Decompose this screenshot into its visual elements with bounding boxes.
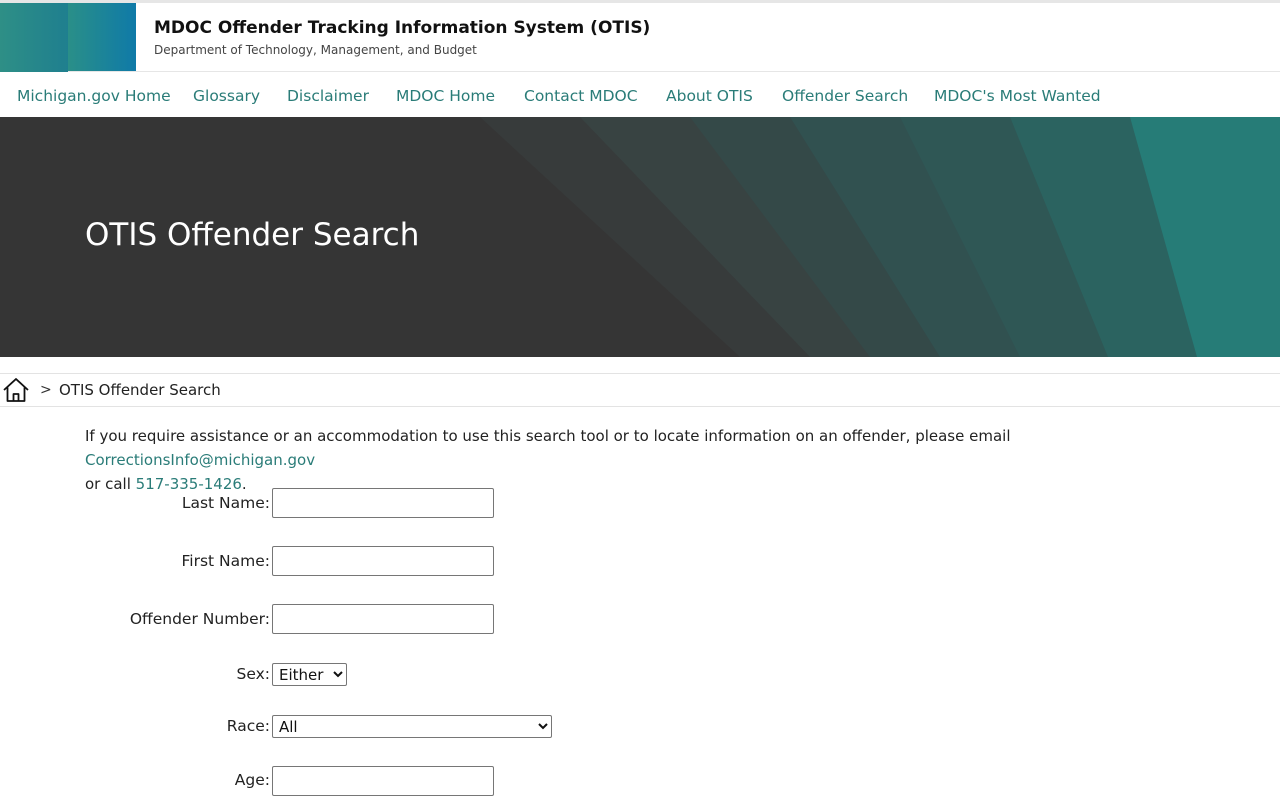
nav-mdoc-home[interactable]: MDOC Home [396, 87, 495, 105]
offender-number-input[interactable] [272, 604, 494, 634]
first-name-label: First Name: [181, 552, 271, 570]
age-input[interactable] [272, 766, 494, 796]
nav-offender-search[interactable]: Offender Search [782, 87, 908, 105]
breadcrumb-current: OTIS Offender Search [59, 381, 221, 399]
michigan-logo-icon[interactable] [0, 3, 136, 75]
phone-link[interactable]: 517-335-1426 [136, 475, 242, 493]
nav-glossary[interactable]: Glossary [193, 87, 260, 105]
nav-about-otis[interactable]: About OTIS [666, 87, 753, 105]
first-name-input[interactable] [272, 546, 494, 576]
notice-text-call: or call [85, 475, 136, 493]
email-link[interactable]: CorrectionsInfo@michigan.gov [85, 451, 315, 469]
nav-michigan-gov-home[interactable]: Michigan.gov Home [17, 87, 171, 105]
assistance-notice: If you require assistance or an accommod… [85, 424, 1205, 496]
last-name-label: Last Name: [181, 494, 270, 512]
notice-text-end: . [241, 475, 247, 493]
site-header: MDOC Offender Tracking Information Syste… [0, 0, 1280, 75]
offender-number-label: Offender Number: [129, 610, 270, 628]
race-select[interactable]: All [272, 715, 552, 738]
nav-mdocs-most-wanted[interactable]: MDOC's Most Wanted [934, 87, 1101, 105]
nav-contact-mdoc[interactable]: Contact MDOC [524, 87, 638, 105]
notice-text: If you require assistance or an accommod… [85, 427, 1011, 445]
race-label: Race: [226, 717, 270, 735]
home-icon[interactable] [2, 376, 30, 404]
main-nav: Michigan.gov Home Glossary Disclaimer MD… [0, 72, 1280, 117]
age-label: Age: [234, 771, 270, 789]
page-title: OTIS Offender Search [85, 217, 420, 253]
sex-select[interactable]: Either [272, 663, 347, 686]
nav-disclaimer[interactable]: Disclaimer [287, 87, 369, 105]
hero-banner: OTIS Offender Search [0, 117, 1280, 357]
sex-label: Sex: [236, 665, 271, 683]
site-title: MDOC Offender Tracking Information Syste… [154, 18, 651, 38]
breadcrumb: > OTIS Offender Search [0, 373, 1280, 407]
last-name-input[interactable] [272, 488, 494, 518]
site-subtitle: Department of Technology, Management, an… [154, 43, 477, 57]
breadcrumb-separator: > [40, 382, 52, 398]
